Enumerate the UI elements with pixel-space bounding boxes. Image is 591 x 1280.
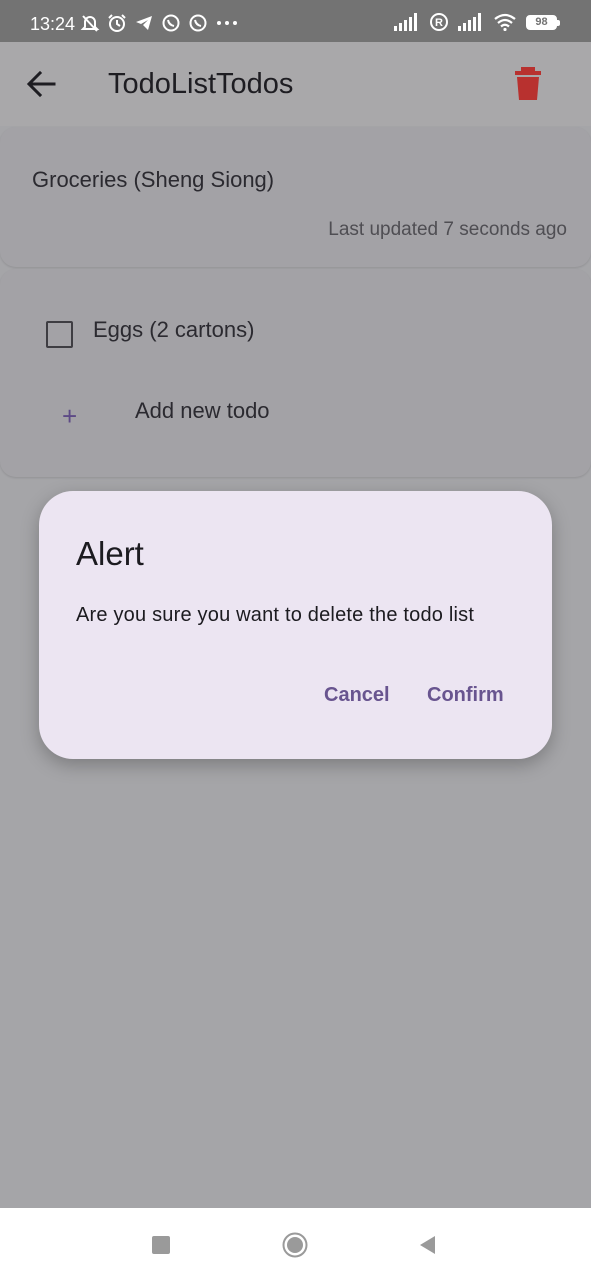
- alarm-icon: [108, 14, 126, 32]
- trash-icon[interactable]: [512, 66, 544, 102]
- signal-icon: [394, 13, 417, 31]
- arrow-back-icon[interactable]: [24, 68, 60, 100]
- system-nav-bar: [0, 1208, 591, 1280]
- page-title: TodoListTodos: [108, 68, 294, 100]
- add-todo-button[interactable]: Add new todo: [135, 398, 270, 424]
- wifi-icon: [494, 13, 516, 31]
- whatsapp-icon: [162, 14, 180, 32]
- roaming-icon: R: [430, 13, 448, 31]
- plus-icon[interactable]: +: [62, 401, 77, 432]
- cancel-button[interactable]: Cancel: [324, 684, 390, 707]
- status-time: 13:24: [30, 14, 76, 34]
- more-icon: [217, 21, 237, 25]
- todos-card: Eggs (2 cartons) + Add new todo: [0, 269, 591, 477]
- signal-icon: [458, 13, 481, 31]
- confirm-button[interactable]: Confirm: [427, 684, 504, 707]
- last-updated-text: Last updated 7 seconds ago: [328, 219, 567, 240]
- battery-icon: 98: [526, 14, 560, 30]
- home-circle-icon[interactable]: [282, 1232, 308, 1258]
- mute-alarm-icon: [80, 15, 100, 32]
- dialog-title: Alert: [76, 535, 144, 572]
- todo-label[interactable]: Eggs (2 cartons): [93, 317, 254, 343]
- status-bar: 13:24 R 98: [0, 0, 591, 42]
- recents-square-icon[interactable]: [152, 1236, 170, 1254]
- telegram-icon: [136, 16, 152, 30]
- todo-checkbox[interactable]: [46, 321, 73, 348]
- app-bar: TodoListTodos: [0, 42, 591, 126]
- svg-text:R: R: [435, 17, 443, 29]
- status-icons-right: R 98: [394, 12, 560, 32]
- alert-dialog: Alert Are you sure you want to delete th…: [39, 491, 552, 759]
- list-name: Groceries (Sheng Siong): [32, 167, 275, 192]
- list-info-card: Groceries (Sheng Siong) Last updated 7 s…: [0, 127, 591, 267]
- whatsapp-icon: [189, 14, 207, 32]
- status-icons-left: [80, 13, 239, 33]
- dialog-message: Are you sure you want to delete the todo…: [76, 604, 475, 626]
- back-triangle-icon[interactable]: [417, 1234, 439, 1256]
